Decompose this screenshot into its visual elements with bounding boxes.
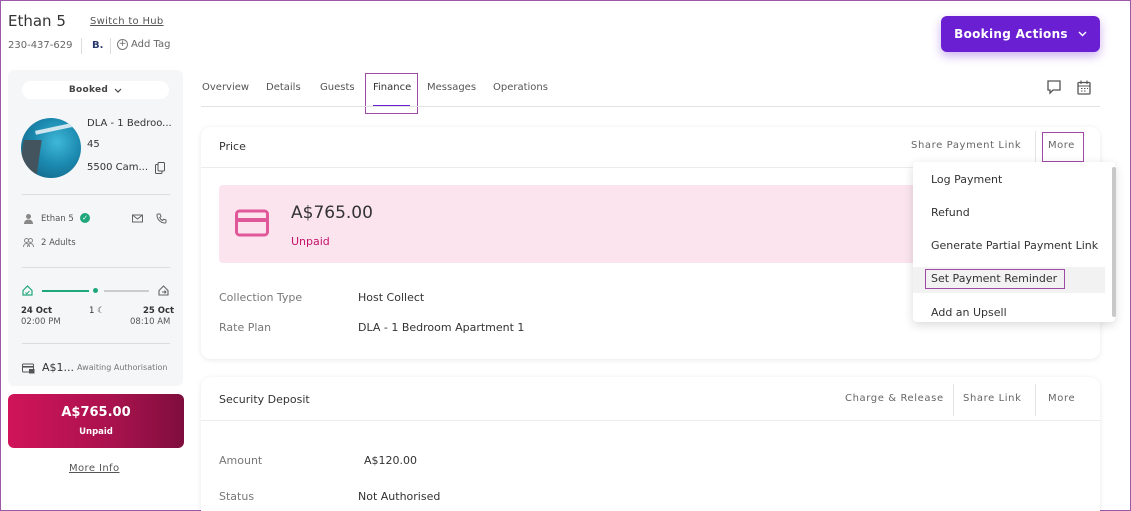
divider	[22, 343, 170, 344]
price-status: Unpaid	[291, 235, 330, 248]
menu-item-log-payment[interactable]: Log Payment	[931, 173, 1002, 186]
divider	[22, 267, 170, 268]
property-number: 45	[87, 139, 100, 150]
switch-to-hub-link[interactable]: Switch to Hub	[90, 16, 164, 27]
chevron-down-icon	[114, 88, 122, 93]
tab-finance-label: Finance	[373, 82, 412, 93]
collection-type-value: Host Collect	[358, 291, 425, 304]
card-lock-icon	[22, 363, 35, 374]
deposit-status: Awaiting Authorisation	[77, 363, 168, 372]
divider	[201, 420, 1100, 421]
price-title: Price	[219, 140, 246, 153]
channel-badge: B.	[92, 40, 104, 51]
deposit-status-label: Status	[219, 490, 255, 503]
property-name: DLA - 1 Bedroo...	[87, 118, 172, 129]
chevron-down-icon	[1078, 31, 1087, 37]
deposit-amount-label: Amount	[219, 454, 263, 467]
deposit-amount-value: A$120.00	[364, 454, 418, 467]
divider	[1035, 384, 1036, 416]
moon-icon: ☾	[97, 306, 105, 316]
price-amount: A$765.00	[291, 203, 373, 223]
menu-scrollbar[interactable]	[1112, 167, 1116, 317]
tab-overview[interactable]: Overview	[202, 82, 249, 93]
tabs-divider	[201, 106, 1100, 107]
rate-plan-label: Rate Plan	[219, 321, 272, 334]
divider	[22, 194, 170, 195]
copy-icon[interactable]	[155, 162, 165, 174]
divider	[1035, 131, 1036, 163]
check-in-time: 02:00 PM	[21, 317, 61, 327]
tab-messages[interactable]: Messages	[427, 82, 476, 93]
verified-check-icon: ✓	[80, 213, 90, 223]
occupants: 2 Adults	[41, 238, 76, 248]
people-icon	[23, 238, 34, 248]
booking-actions-label: Booking Actions	[954, 27, 1068, 41]
calendar-icon[interactable]	[1077, 80, 1091, 95]
plus-circle-icon: +	[117, 39, 128, 50]
stay-remaining-line	[104, 290, 149, 292]
price-more-button[interactable]: More	[1042, 132, 1084, 162]
booking-actions-button[interactable]: Booking Actions	[941, 16, 1100, 52]
menu-item-add-upsell[interactable]: Add an Upsell	[931, 306, 1007, 319]
phone-icon[interactable]	[156, 213, 167, 224]
menu-item-refund[interactable]: Refund	[931, 206, 970, 219]
nights-count: 1 ☾	[89, 306, 105, 316]
booking-phone: 230-437-629	[8, 40, 73, 51]
chat-icon[interactable]	[1047, 80, 1061, 95]
total-price-card: A$765.00 Unpaid	[8, 394, 184, 448]
deposit-amount: A$1...	[42, 361, 75, 374]
add-tag-button[interactable]: + Add Tag	[117, 39, 170, 50]
add-tag-label: Add Tag	[131, 39, 171, 50]
tab-details[interactable]: Details	[266, 82, 301, 93]
check-out-home-icon	[158, 285, 169, 296]
menu-item-generate-partial-payment-link[interactable]: Generate Partial Payment Link	[931, 239, 1098, 252]
collection-type-label: Collection Type	[219, 291, 303, 304]
stay-progress-line	[42, 290, 89, 292]
check-out-date: 25 Oct	[143, 306, 175, 316]
divider	[110, 38, 111, 54]
check-out-time: 08:10 AM	[130, 317, 171, 327]
tab-operations[interactable]: Operations	[493, 82, 548, 93]
tab-guests[interactable]: Guests	[320, 82, 355, 93]
payment-status-banner: A$765.00 Unpaid	[219, 185, 924, 263]
credit-card-icon	[235, 209, 269, 237]
property-address: 5500 Cam...	[87, 162, 149, 173]
menu-item-set-payment-reminder[interactable]: Set Payment Reminder	[931, 272, 1057, 285]
guest-name: Ethan 5	[8, 12, 66, 30]
mail-icon[interactable]	[132, 213, 143, 224]
check-in-home-icon	[22, 285, 33, 296]
charge-release-button[interactable]: Charge & Release	[845, 393, 944, 404]
rate-plan-value: DLA - 1 Bedroom Apartment 1	[358, 321, 525, 334]
more-info-link[interactable]: More Info	[69, 463, 120, 474]
share-link-button[interactable]: Share Link	[963, 393, 1022, 404]
payment-status: Unpaid	[79, 427, 113, 437]
divider	[953, 384, 954, 416]
tab-finance[interactable]: Finance	[365, 73, 418, 114]
deposit-status-value: Not Authorised	[358, 490, 441, 503]
total-amount: A$765.00	[61, 405, 131, 420]
booking-summary-sidebar: Booked DLA - 1 Bedroo... 45 5500 Cam... …	[8, 70, 183, 386]
deposit-more-button[interactable]: More	[1048, 393, 1075, 404]
check-in-date: 24 Oct	[21, 306, 53, 316]
status-dropdown[interactable]: Booked	[22, 81, 169, 99]
divider	[81, 38, 82, 54]
user-icon	[24, 214, 33, 224]
price-more-label: More	[1048, 140, 1075, 151]
guest-name-sidebar: Ethan 5	[41, 214, 74, 224]
more-actions-menu: Log Payment Refund Generate Partial Paym…	[913, 162, 1116, 322]
status-label: Booked	[68, 85, 109, 95]
progress-dot	[93, 288, 98, 293]
security-deposit-title: Security Deposit	[219, 393, 310, 406]
property-photo	[21, 118, 81, 178]
share-payment-link-button[interactable]: Share Payment Link	[911, 140, 1021, 151]
